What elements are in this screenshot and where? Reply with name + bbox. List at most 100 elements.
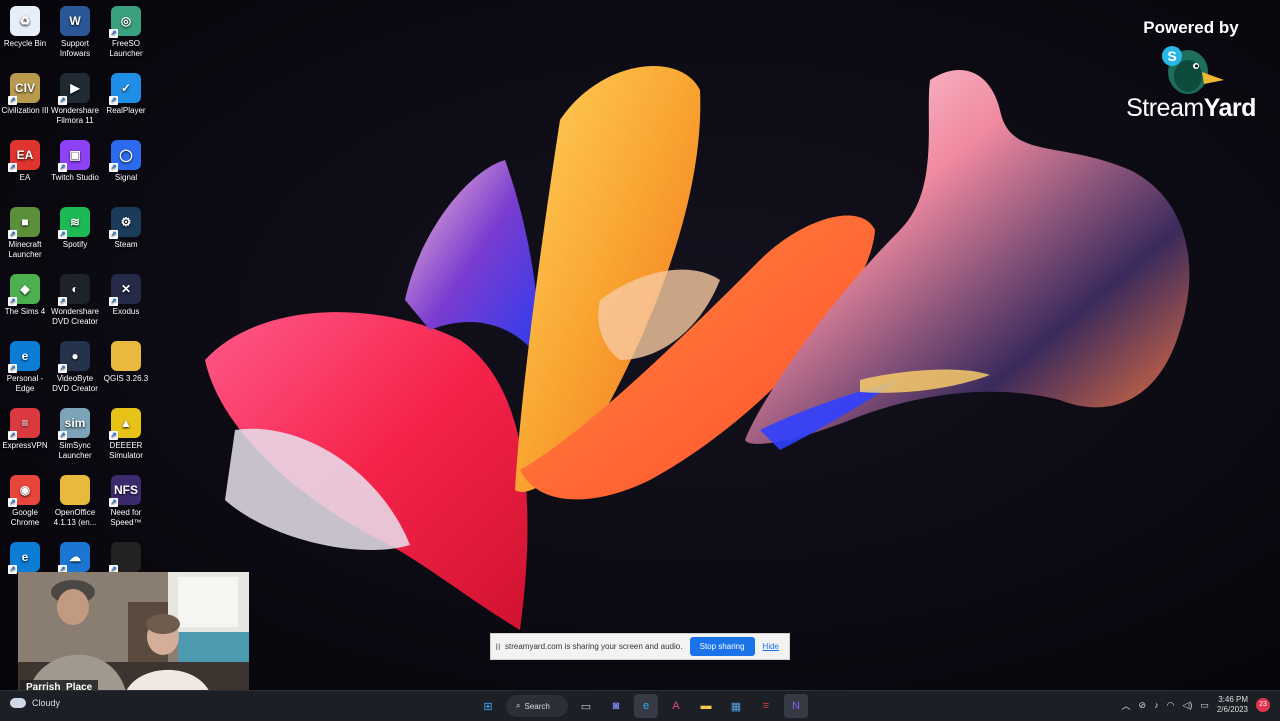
- desktop-icon[interactable]: ◎ ↗ FreeSO Launcher: [101, 0, 151, 59]
- teams-chat-button[interactable]: ◙: [604, 694, 628, 718]
- desktop-icon[interactable]: ◉ ↗ Google Chrome: [0, 469, 50, 528]
- desktop-icon-label: OpenOffice 4.1.13 (en...: [53, 508, 97, 527]
- desktop-icon[interactable]: sim ↗ SimSync Launcher: [50, 402, 100, 461]
- camera-off-icon[interactable]: ⊘: [1139, 700, 1147, 711]
- brand-badge: S: [1167, 48, 1176, 64]
- app-a-taskbar-button[interactable]: A: [664, 694, 688, 718]
- shortcut-arrow-icon: ↗: [58, 297, 67, 306]
- shortcut-arrow-icon: ↗: [58, 431, 67, 440]
- nfs-taskbar-button[interactable]: N: [784, 694, 808, 718]
- weather-widget[interactable]: Cloudy: [10, 698, 60, 708]
- taskbar-search-button[interactable]: ⌕ Search: [506, 695, 568, 717]
- file-explorer-button[interactable]: ▬: [694, 694, 718, 718]
- desktop-icon[interactable]: ● ↗ VideoByte DVD Creator: [50, 335, 100, 394]
- chevron-up-icon[interactable]: ︿: [1122, 699, 1131, 712]
- desktop-icon-label: VideoByte DVD Creator: [52, 374, 98, 393]
- icon-glyph: ◆: [20, 282, 30, 296]
- twitch-icon: ▣ ↗: [58, 140, 90, 172]
- taskbar: Cloudy ⊞ ⌕ Search ▭ ◙ e A ▬ ▦ ≡ N ︿ ⊘ ♪ ◠ ◁) ▭ 3:4…: [0, 690, 1280, 721]
- microphone-icon[interactable]: ♪: [1154, 700, 1159, 710]
- steam-icon: ⚙ ↗: [109, 207, 141, 239]
- edge-taskbar-button[interactable]: e: [634, 694, 658, 718]
- battery-icon[interactable]: ▭: [1200, 700, 1209, 711]
- desktop-icon[interactable]: ◆ ↗ The Sims 4: [0, 268, 50, 317]
- desktop-icon[interactable]: ✕ ↗ Exodus: [101, 268, 151, 317]
- desktop-icon[interactable]: ≡ ↗ ExpressVPN: [0, 402, 50, 451]
- desktop-icon-label: QGIS 3.26.3: [103, 374, 149, 383]
- brand-name-light: Stream: [1126, 94, 1204, 122]
- hide-banner-link[interactable]: Hide: [763, 642, 779, 651]
- nfs-shortcut-icon: ↗: [109, 542, 141, 574]
- desktop-icon-label: Google Chrome: [10, 508, 40, 527]
- drag-handle-icon[interactable]: II: [491, 642, 505, 652]
- desktop-icon-label: Recycle Bin: [3, 39, 47, 48]
- desktop-icon[interactable]: ◯ ↗ Signal: [101, 134, 151, 183]
- wifi-icon[interactable]: ◠: [1167, 700, 1175, 711]
- desktop-icon[interactable]: ♻ Recycle Bin: [0, 0, 50, 49]
- desktop-icon[interactable]: ▣ ↗ Twitch Studio: [50, 134, 100, 183]
- signal-icon: ◯ ↗: [109, 140, 141, 172]
- dvd-creator-icon: ◐ ↗: [58, 274, 90, 306]
- openoffice-icon: ☁ ↗: [58, 542, 90, 574]
- expressvpn-icon: ≡ ↗: [8, 408, 40, 440]
- desktop-icon[interactable]: ≋ ↗ Spotify: [50, 201, 100, 250]
- notification-badge[interactable]: 23: [1256, 698, 1270, 712]
- volume-icon[interactable]: ◁): [1182, 700, 1192, 711]
- desktop-icon-label: EA: [19, 173, 31, 182]
- shortcut-arrow-icon: ↗: [109, 297, 118, 306]
- taskbar-apps: ⊞ ⌕ Search ▭ ◙ e A ▬ ▦ ≡ N: [476, 694, 808, 718]
- stop-sharing-button[interactable]: Stop sharing: [689, 637, 755, 656]
- icon-glyph: W: [69, 14, 81, 28]
- icon-glyph: e: [21, 550, 29, 564]
- shortcut-arrow-icon: ↗: [8, 163, 17, 172]
- edge-taskbar-icon: e: [642, 700, 650, 712]
- icon-glyph: CIV: [14, 81, 35, 95]
- folder-icon: [111, 341, 141, 371]
- desktop-icon[interactable]: ◐ ↗ Wondershare DVD Creator: [50, 268, 100, 327]
- desktop-icon[interactable]: ✓ ↗ RealPlayer: [101, 67, 151, 116]
- icon-glyph: ▶: [70, 81, 80, 95]
- desktop-icon[interactable]: OpenOffice 4.1.13 (en...: [50, 469, 100, 528]
- filmora-icon: ▶ ↗: [58, 73, 90, 105]
- shortcut-arrow-icon: ↗: [8, 431, 17, 440]
- desktop-icon[interactable]: ■ ↗ Minecraft Launcher: [0, 201, 50, 260]
- spotify-icon: ≋ ↗: [58, 207, 90, 239]
- shortcut-arrow-icon: ↗: [109, 163, 118, 172]
- minecraft-icon: ■ ↗: [8, 207, 40, 239]
- icon-glyph: ≡: [21, 416, 29, 430]
- start-button[interactable]: ⊞: [476, 694, 500, 718]
- desktop-icon[interactable]: W Support Infowars: [50, 0, 100, 59]
- exodus-icon: ✕ ↗: [109, 274, 141, 306]
- desktop-icon[interactable]: EA ↗ EA: [0, 134, 50, 183]
- desktop-icon[interactable]: e ↗ Personal - Edge: [0, 335, 50, 394]
- app-a-taskbar-icon: A: [672, 700, 680, 712]
- screen-share-banner: II streamyard.com is sharing your screen…: [490, 633, 790, 660]
- desktop-icon-label: Minecraft Launcher: [8, 240, 42, 259]
- desktop-icon[interactable]: CIV ↗ Civilization III: [0, 67, 50, 116]
- shortcut-arrow-icon: ↗: [58, 230, 67, 239]
- task-view-button[interactable]: ▭: [574, 694, 598, 718]
- edge-icon: e ↗: [8, 542, 40, 574]
- icon-glyph: EA: [16, 148, 34, 162]
- desktop-icon[interactable]: NFS↗Need for Speed™ Heat: [101, 469, 151, 528]
- clock[interactable]: 3:46 PM 2/6/2023: [1217, 695, 1248, 715]
- desktop-icon[interactable]: ▲ ↗ DEEEER Simulator: [101, 402, 151, 461]
- icon-glyph: ✕: [120, 282, 132, 296]
- shortcut-arrow-icon: ↗: [58, 364, 67, 373]
- icon-glyph: NFS: [114, 483, 138, 497]
- desktop-icon-label: Need for Speed™ Heat: [110, 508, 142, 527]
- store-button[interactable]: ▦: [724, 694, 748, 718]
- desktop-icon[interactable]: ☁ ↗: [50, 536, 100, 575]
- icon-glyph: ≋: [69, 215, 81, 229]
- desktop-icon[interactable]: ⚙ ↗ Steam: [101, 201, 151, 250]
- desktop-icon-label: DEEEER Simulator: [109, 441, 143, 460]
- expressvpn-taskbar-button[interactable]: ≡: [754, 694, 778, 718]
- desktop-icon-label: Exodus: [112, 307, 140, 316]
- nfs-icon: NFS ↗: [109, 475, 141, 507]
- icon-glyph: sim: [64, 416, 86, 430]
- icon-glyph: ■: [21, 215, 29, 229]
- civilization-icon: CIV ↗: [8, 73, 40, 105]
- desktop-icon[interactable]: ▶ ↗ Wondershare Filmora 11: [50, 67, 100, 126]
- shortcut-arrow-icon: ↗: [8, 96, 17, 105]
- desktop-icon[interactable]: QGIS 3.26.3: [101, 335, 151, 384]
